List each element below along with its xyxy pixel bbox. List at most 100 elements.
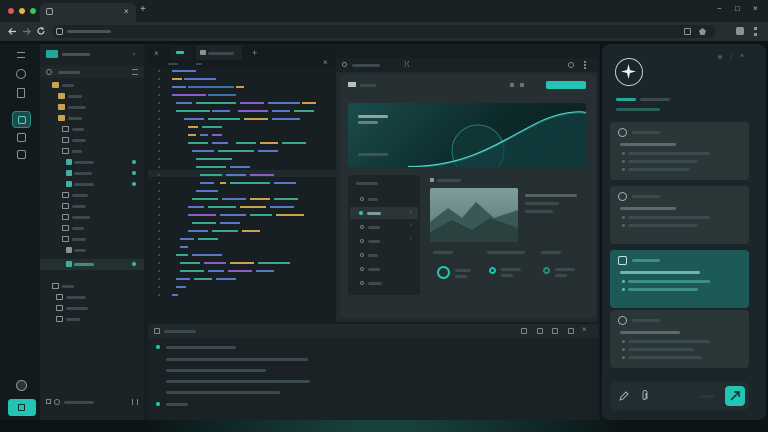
tree-item[interactable]: [40, 136, 144, 146]
maximize-icon[interactable]: □: [735, 5, 740, 13]
timeline-icon[interactable]: [46, 399, 51, 404]
suggestion-card[interactable]: [610, 122, 749, 180]
account-avatar-icon[interactable]: [16, 380, 27, 391]
tree-item[interactable]: [40, 147, 144, 157]
terminal-line: [166, 358, 308, 361]
suggestion-card[interactable]: [610, 186, 749, 244]
menu-item[interactable]: ›: [356, 236, 416, 245]
maximize-panel-icon[interactable]: [552, 328, 558, 334]
tree-item[interactable]: [40, 125, 144, 135]
folder-icon: [52, 283, 59, 289]
new-file-icon[interactable]: +: [252, 48, 257, 58]
terminal-icon: [154, 328, 160, 334]
tree-item[interactable]: [40, 114, 144, 124]
file-icon: [66, 159, 72, 165]
minimize-window-dot[interactable]: [19, 8, 25, 14]
more-menu-icon[interactable]: [754, 27, 757, 36]
bookmark-star-icon[interactable]: [699, 28, 706, 35]
terminal-output[interactable]: [148, 338, 598, 420]
nav-icon[interactable]: [510, 83, 514, 87]
chevron-right-icon[interactable]: ›: [133, 51, 135, 58]
split-icon[interactable]: [132, 399, 138, 405]
content-title: [525, 194, 577, 197]
tree-item[interactable]: [40, 169, 144, 179]
new-tab-icon[interactable]: +: [140, 5, 146, 15]
tree-item[interactable]: [40, 235, 144, 245]
back-arrow-icon[interactable]: [8, 27, 17, 36]
site-info-icon[interactable]: [56, 28, 63, 35]
editor-tab-active[interactable]: [170, 46, 192, 60]
maximize-window-dot[interactable]: [30, 8, 36, 14]
kill-terminal-icon[interactable]: [537, 328, 543, 334]
forward-arrow-icon[interactable]: [22, 27, 31, 36]
tree-item[interactable]: [40, 315, 144, 325]
close-icon[interactable]: ×: [753, 5, 758, 13]
bullet-icon: [622, 348, 625, 351]
source-control-tab[interactable]: [12, 111, 31, 128]
nav-icon[interactable]: [520, 83, 524, 87]
paperclip-icon[interactable]: [641, 390, 649, 402]
send-button[interactable]: [725, 386, 745, 406]
more-options-icon[interactable]: [584, 61, 586, 69]
tree-item[interactable]: [40, 304, 144, 314]
split-terminal-icon[interactable]: [521, 328, 527, 334]
close-chat-icon[interactable]: ×: [740, 53, 744, 60]
minimize-icon[interactable]: −: [717, 5, 722, 13]
tree-item[interactable]: [40, 158, 144, 168]
address-bar[interactable]: [52, 25, 716, 38]
reload-icon[interactable]: [36, 26, 46, 36]
home-icon[interactable]: [16, 69, 26, 79]
suggestion-card[interactable]: [610, 310, 749, 368]
menu-item[interactable]: [356, 195, 416, 203]
tree-item[interactable]: [40, 92, 144, 102]
extensions-icon[interactable]: [736, 27, 744, 35]
close-panel-icon[interactable]: ×: [582, 325, 587, 334]
tree-item[interactable]: [40, 282, 144, 292]
card-line: [628, 356, 702, 359]
tree-item[interactable]: [40, 246, 144, 256]
pen-icon[interactable]: [619, 391, 629, 401]
tree-item[interactable]: [40, 224, 144, 234]
nav-link[interactable]: [360, 84, 376, 87]
modified-dot-icon: [132, 182, 136, 186]
close-editor-icon[interactable]: ×: [154, 49, 159, 58]
extensions-panel-icon[interactable]: [17, 133, 26, 142]
suggestion-card-active[interactable]: [610, 250, 749, 308]
browser-tab[interactable]: ×: [40, 3, 136, 22]
tree-item[interactable]: [40, 191, 144, 201]
tree-item[interactable]: [40, 180, 144, 190]
folder-icon: [58, 104, 65, 110]
tree-item[interactable]: [40, 213, 144, 223]
code-editor[interactable]: ×: [148, 58, 336, 324]
menu-icon[interactable]: [17, 52, 25, 58]
remote-connection-button[interactable]: [8, 399, 36, 416]
menu-item[interactable]: ›: [356, 222, 416, 231]
tree-item-selected[interactable]: [40, 259, 144, 270]
menu-icon: [359, 211, 363, 215]
file-search-row[interactable]: [40, 66, 144, 78]
menu-item-active[interactable]: ›: [350, 207, 418, 219]
more-options-icon[interactable]: ⋮: [728, 54, 734, 61]
settings-gear-icon[interactable]: [568, 62, 574, 68]
menu-item[interactable]: [356, 251, 416, 259]
tree-item[interactable]: [40, 293, 144, 303]
debug-icon[interactable]: [17, 150, 26, 159]
editor-tab[interactable]: [196, 46, 242, 60]
close-window-dot[interactable]: [8, 8, 14, 14]
menu-item[interactable]: [356, 279, 416, 287]
layout-icon[interactable]: [568, 328, 574, 334]
split-view-icon[interactable]: ⟩⟨: [404, 60, 409, 68]
site-logo[interactable]: [348, 82, 356, 87]
cta-button[interactable]: [546, 81, 586, 89]
tree-item[interactable]: [40, 81, 144, 91]
share-icon[interactable]: [684, 28, 691, 35]
chat-input-box[interactable]: [610, 382, 749, 410]
collapse-all-icon[interactable]: [132, 69, 138, 75]
tree-item[interactable]: [40, 103, 144, 113]
tree-item[interactable]: [40, 202, 144, 212]
close-breadcrumb-icon[interactable]: ×: [323, 58, 328, 67]
menu-item[interactable]: [356, 265, 416, 273]
close-tab-icon[interactable]: ×: [124, 8, 129, 16]
files-icon[interactable]: [17, 88, 25, 98]
outline-icon[interactable]: [54, 399, 60, 405]
